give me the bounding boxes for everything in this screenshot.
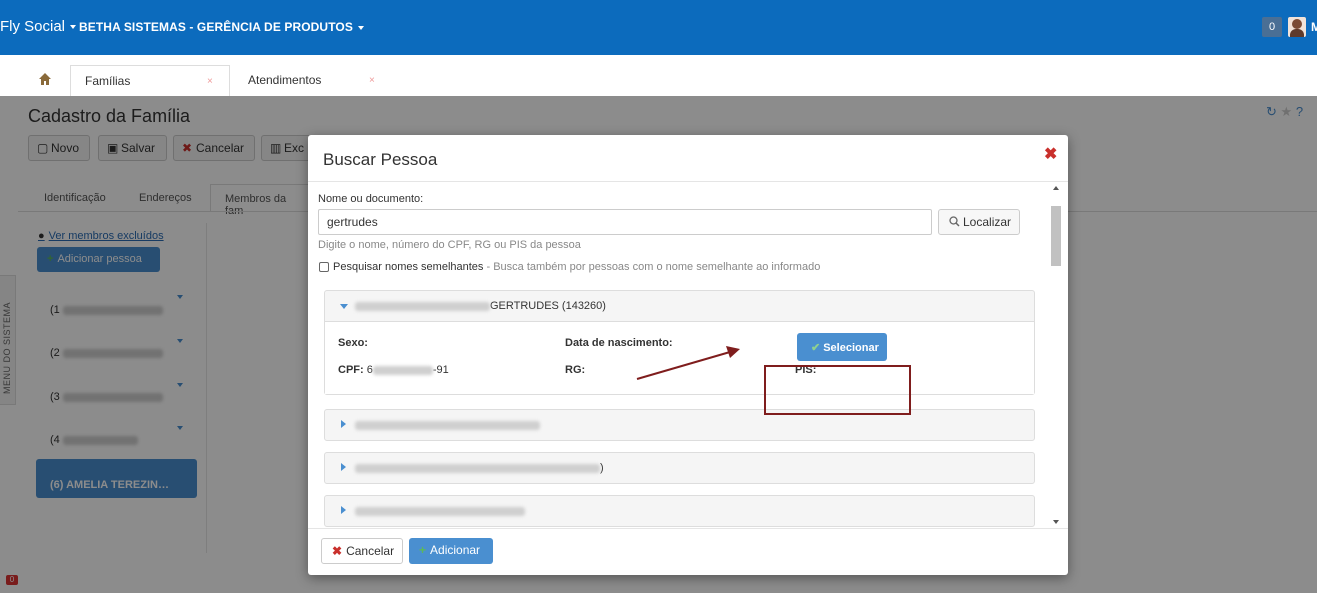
search-hint: Digite o nome, número do CPF, RG ou PIS … [318,239,581,251]
close-icon[interactable]: × [369,75,375,86]
divider [308,528,1068,529]
result-header[interactable] [325,496,1034,526]
chevron-right-icon [341,463,346,471]
company-menu[interactable]: BETHA SISTEMAS - GERÊNCIA DE PRODUTOS [79,20,364,34]
avatar[interactable] [1288,17,1306,37]
chevron-down-icon [357,25,364,30]
scroll-thumb[interactable] [1051,206,1061,266]
chevron-right-icon [341,506,346,514]
result-panel-collapsed[interactable]: ) [324,452,1035,484]
scroll-up-icon[interactable] [1053,186,1059,190]
cpf-field: CPF: 6 -91 [338,364,449,376]
cancel-button[interactable]: ✖ Cancelar [321,538,403,564]
notification-badge[interactable]: 0 [1262,17,1282,37]
tab-atendimentos[interactable]: Atendimentos × [234,65,384,96]
tab-strip: Famílias × Atendimentos × [0,55,1317,96]
search-icon [949,216,960,227]
close-icon[interactable]: ✖ [1044,144,1057,164]
top-navbar: Fly Social BETHA SISTEMAS - GERÊNCIA DE … [0,0,1317,55]
app-brand-menu[interactable]: Fly Social [0,18,77,35]
search-input[interactable]: gertrudes [318,209,932,235]
tab-label: Famílias [85,74,131,88]
localizar-button[interactable]: Localizar [938,209,1020,235]
annotation-highlight [764,365,911,415]
rg-field: RG: [565,364,586,376]
check-icon: ✔ [811,342,821,354]
chevron-right-icon [341,420,346,428]
similar-names-label[interactable]: Pesquisar nomes semelhantes - Busca tamb… [333,261,820,273]
chevron-down-icon [340,304,348,309]
modal-scrollbar[interactable] [1050,186,1062,526]
annotation-arrow-icon [636,346,740,380]
close-icon[interactable]: × [207,76,213,87]
close-icon: ✖ [332,544,343,558]
home-icon [39,73,51,85]
similar-names-checkbox[interactable] [319,262,329,272]
scroll-down-icon[interactable] [1053,520,1059,524]
home-tab[interactable] [28,65,62,95]
tab-familias[interactable]: Famílias × [70,65,230,96]
sexo-field: Sexo: [338,337,368,349]
plus-icon: + [419,543,427,557]
chevron-down-icon [70,25,77,30]
name-label: Nome ou documento: [318,193,424,205]
user-name[interactable]: M [1311,20,1317,34]
result-panel-collapsed[interactable] [324,409,1035,441]
select-button[interactable]: ✔ Selecionar [797,333,887,361]
result-header[interactable] [325,410,1034,440]
result-header[interactable]: GERTRUDES (143260) [325,291,1034,321]
add-button[interactable]: + Adicionar [409,538,493,564]
tab-label: Atendimentos [248,73,322,87]
result-header[interactable]: ) [325,453,1034,483]
modal-title: Buscar Pessoa [323,150,438,169]
result-panel-collapsed[interactable] [324,495,1035,527]
